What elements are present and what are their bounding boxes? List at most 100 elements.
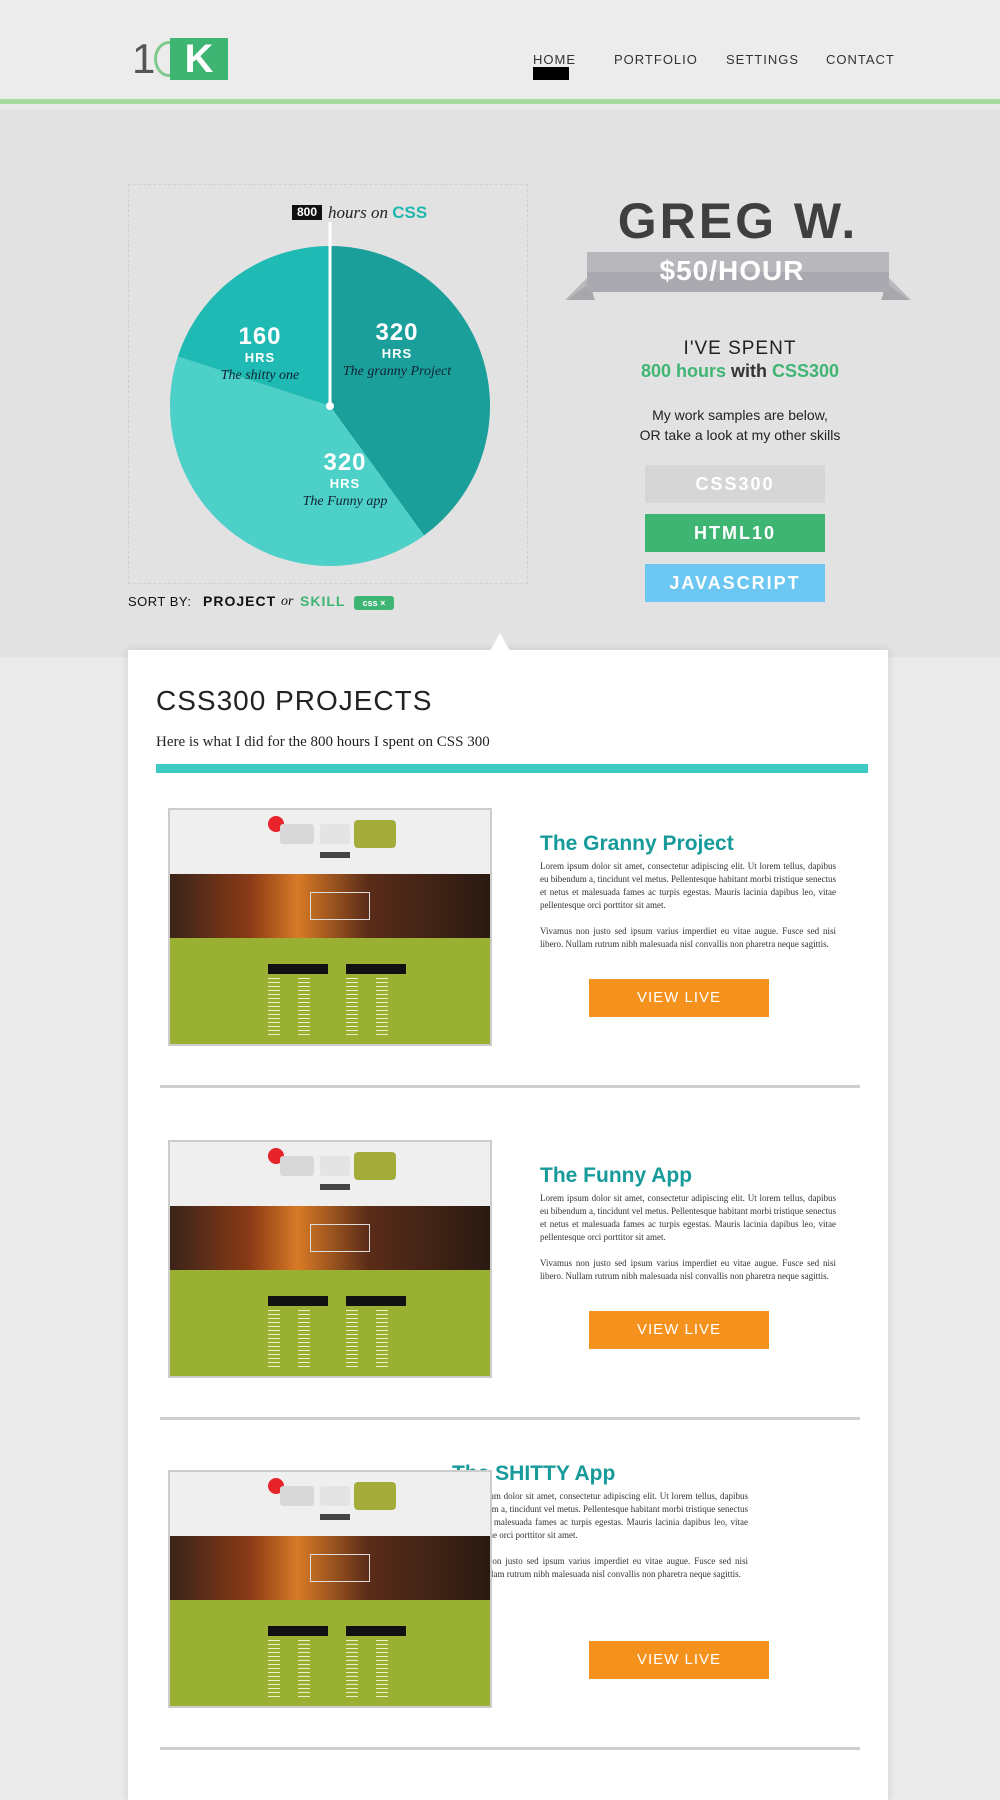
thumb-list [376,1640,388,1700]
logo-one: 1 [132,35,155,82]
thumb-content [170,938,490,1044]
slice-name: The granny Project [342,364,452,379]
slice-hours: 320 [323,449,367,476]
spent-with: with [731,361,767,381]
skill-button-css300[interactable]: CSS300 [645,465,825,503]
project-paragraph: Lorem ipsum dolor sit amet, consectetur … [452,1491,748,1540]
nav-portfolio[interactable]: PORTFOLIO [614,52,698,67]
nav-contact[interactable]: CONTACT [826,52,895,67]
project-title: The Funny App [540,1164,693,1187]
thumb-list [346,978,358,1038]
section-title: CSS300 PROJECTS [156,685,433,716]
thumb-pill [268,1296,328,1306]
thumb-pill [268,1626,328,1636]
thumb-logo [320,852,350,858]
slice-unit: HRS [329,476,361,491]
thumb-pill [346,1296,406,1306]
project-thumbnail[interactable] [168,808,492,1046]
card-pointer [490,633,510,651]
spent-skill: CSS300 [772,361,840,381]
pie-total-hours: 800 [292,205,323,220]
slice-unit: HRS [381,346,413,361]
pie-title-mid: hours on [328,203,389,222]
camera-icon [320,824,350,844]
thumb-list [268,1310,280,1370]
camera-icon [354,1152,396,1180]
slice-hours: 320 [375,319,419,346]
nav-settings[interactable]: SETTINGS [726,52,799,67]
thumb-hero-box [310,1224,370,1252]
nav-home[interactable]: HOME [533,52,576,67]
camera-icon [354,820,396,848]
thumb-logo [320,1184,350,1190]
person-name: GREG W. [617,193,859,249]
camera-icon [280,824,314,844]
thumb-list [298,1640,310,1700]
thumb-list [346,1640,358,1700]
thumb-logo [320,1514,350,1520]
camera-icon [280,1156,314,1176]
samples-text: My work samples are below, OR take a loo… [580,405,900,445]
sort-label: SORT BY: [128,594,192,609]
project-thumbnail[interactable] [168,1470,492,1708]
pie-center-dot [326,402,334,410]
slice-name: The shitty one [220,368,300,383]
slice-unit: HRS [244,350,276,365]
samples-line-2: OR take a look at my other skills [639,427,841,443]
camera-icon [354,1482,396,1510]
spent-heading: I'VE SPENT [683,338,797,359]
project-paragraph: Vivamus non justo sed ipsum varius imper… [540,1258,836,1281]
slice-hours: 160 [238,323,282,350]
project-divider [160,1747,860,1750]
project-description: Lorem ipsum dolor sit amet, consectetur … [452,1490,748,1581]
slice-label-granny: 320 HRS The granny Project [327,320,467,382]
sort-by-project[interactable]: PROJECT [203,593,276,609]
project-divider [160,1085,860,1088]
project-paragraph: Vivamus non justo sed ipsum varius imper… [540,926,836,949]
slice-name: The Funny app [302,494,388,509]
pie-title: 800 hours on CSS [292,203,427,223]
project-paragraph: Lorem ipsum dolor sit amet, consectetur … [540,1193,836,1242]
thumb-list [376,1310,388,1370]
view-live-button[interactable]: VIEW LIVE [589,1641,769,1679]
pie-title-skill: CSS [392,203,428,222]
sort-bar: SORT BY: PROJECT or SKILL css × [128,593,394,610]
thumb-content [170,1600,490,1706]
samples-line-1: My work samples are below, [652,407,828,423]
camera-icon [320,1486,350,1506]
skill-filter-chip[interactable]: css × [354,596,394,610]
nav-active-indicator [533,67,569,80]
thumb-pill [346,1626,406,1636]
view-live-button[interactable]: VIEW LIVE [589,1311,769,1349]
thumb-pill [268,964,328,974]
slice-label-shitty: 160 HRS The shitty one [190,324,330,386]
project-title: The Granny Project [540,832,734,855]
thumb-list [268,978,280,1038]
thumb-list [346,1310,358,1370]
view-live-button[interactable]: VIEW LIVE [589,979,769,1017]
hourly-rate: $50/HOUR [659,255,805,286]
project-paragraph: Vivamus non justo sed ipsum varius imper… [452,1556,748,1579]
spent-summary: 800 hours with CSS300 [580,361,900,382]
thumb-pill [346,964,406,974]
project-divider [160,1417,860,1420]
site-logo[interactable]: 1 K [132,38,228,80]
project-paragraph: Lorem ipsum dolor sit amet, consectetur … [540,861,836,910]
thumb-list [376,978,388,1038]
thumb-list [298,1310,310,1370]
skill-button-javascript[interactable]: JAVASCRIPT [645,564,825,602]
project-description: Lorem ipsum dolor sit amet, consectetur … [540,860,836,951]
logo-k: K [170,38,228,80]
thumb-content [170,1270,490,1376]
skill-button-html10[interactable]: HTML10 [645,514,825,552]
spent-hours: 800 hours [640,361,726,381]
slice-label-funny: 320 HRS The Funny app [275,450,415,512]
thumb-hero-box [310,1554,370,1582]
camera-icon [320,1156,350,1176]
project-thumbnail[interactable] [168,1140,492,1378]
section-subtitle: Here is what I did for the 800 hours I s… [156,734,490,750]
sort-by-skill[interactable]: SKILL [300,593,345,609]
section-divider [156,764,868,773]
sort-or: or [281,594,294,609]
thumb-list [268,1640,280,1700]
